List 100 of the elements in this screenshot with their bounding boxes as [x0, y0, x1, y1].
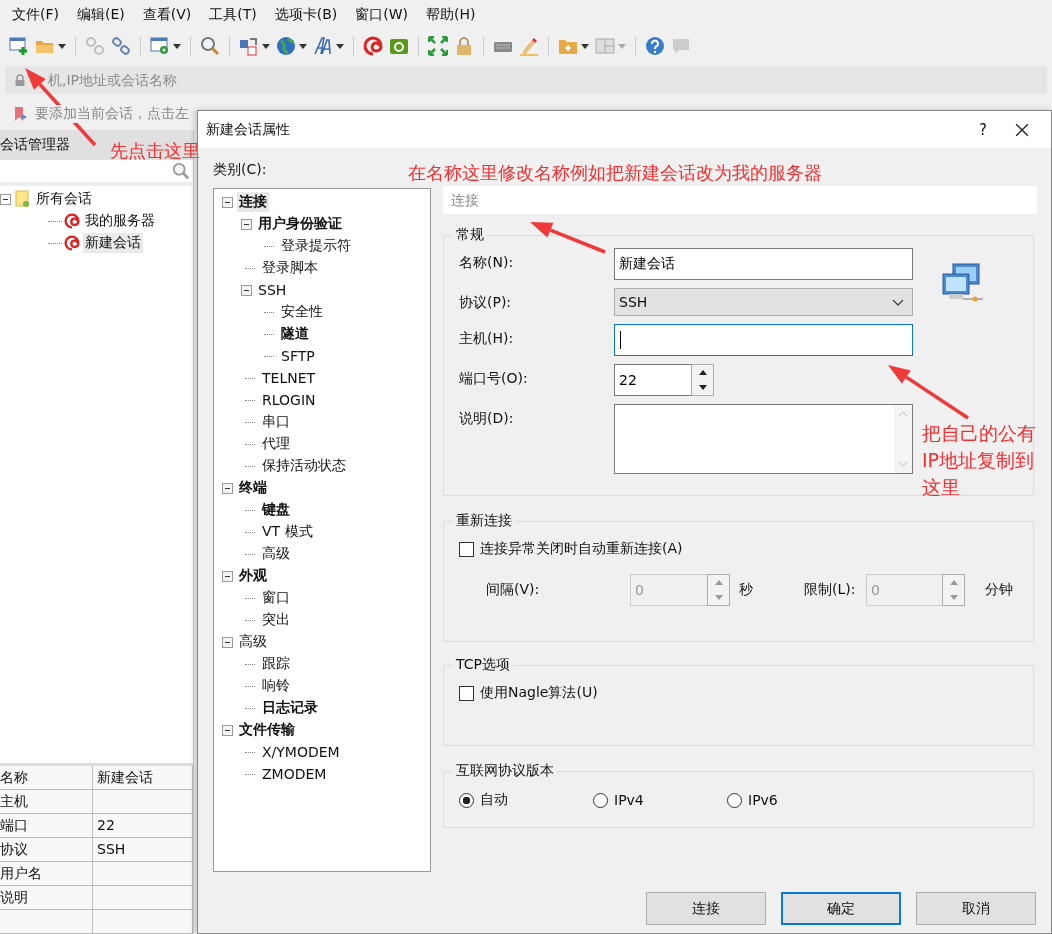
radio-button[interactable]	[459, 792, 474, 808]
shapes-icon[interactable]	[239, 36, 259, 56]
category-item[interactable]: 登录提示符	[279, 236, 353, 256]
property-value: 新建会话	[93, 766, 193, 789]
address-field[interactable]: 机,IP地址或会话名称	[5, 66, 1047, 94]
unit-label: 分钟	[985, 581, 1013, 599]
category-item[interactable]: TELNET	[260, 369, 318, 387]
search-icon[interactable]	[172, 162, 190, 180]
new-window-plus-icon[interactable]	[9, 36, 29, 56]
input-field[interactable]: 新建会话	[614, 248, 913, 280]
category-item[interactable]: 跟踪	[260, 654, 292, 674]
field-label: 主机(H):	[459, 329, 515, 348]
category-item[interactable]: 隧道	[279, 324, 311, 344]
close-icon[interactable]	[1015, 122, 1029, 137]
swirl-icon	[64, 212, 80, 230]
category-item[interactable]: 窗口	[260, 588, 292, 608]
collapse-icon[interactable]	[222, 196, 233, 208]
dropdown[interactable]: SSH	[614, 288, 913, 316]
collapse-icon[interactable]	[241, 284, 252, 296]
radio-label: IPv4	[614, 792, 644, 808]
bookmark-icon	[13, 106, 29, 122]
menu-item[interactable]: 文件(F)	[3, 6, 68, 24]
collapse-icon[interactable]	[222, 482, 233, 494]
lock-icon[interactable]	[454, 36, 474, 56]
category-item[interactable]: X/YMODEM	[260, 743, 342, 761]
radio-button[interactable]	[593, 792, 608, 808]
menu-item[interactable]: 查看(V)	[133, 6, 201, 24]
caret-icon[interactable]	[58, 43, 66, 49]
category-item[interactable]: VT 模式	[260, 522, 315, 542]
collapse-icon[interactable]	[222, 636, 233, 648]
category-item[interactable]: 连接	[237, 192, 269, 212]
caret-icon[interactable]	[299, 43, 307, 49]
category-item[interactable]: SSH	[256, 281, 289, 299]
category-item[interactable]: 用户身份验证	[256, 214, 344, 234]
category-item[interactable]: RLOGIN	[260, 391, 318, 409]
unit-label: 秒	[739, 581, 754, 599]
radio-button[interactable]	[727, 792, 742, 808]
dialog-button[interactable]: 确定	[781, 892, 901, 925]
input-field[interactable]	[614, 324, 913, 356]
collapse-icon[interactable]	[222, 570, 233, 582]
category-item[interactable]: 代理	[260, 434, 292, 454]
dialog-button[interactable]: 取消	[916, 892, 1036, 925]
link-icon[interactable]	[111, 36, 131, 56]
field-label: 限制(L):	[804, 581, 857, 599]
help-button[interactable]: ?	[963, 120, 1003, 139]
category-item[interactable]: 安全性	[279, 302, 325, 322]
category-item[interactable]: 高级	[237, 632, 269, 652]
menu-item[interactable]: 选项卡(B)	[265, 6, 347, 24]
category-item[interactable]: 突出	[260, 610, 292, 630]
globe-icon[interactable]	[276, 36, 296, 56]
folder-icon	[15, 190, 31, 208]
search-icon[interactable]	[200, 36, 220, 56]
dialog-button[interactable]: 连接	[646, 892, 766, 925]
category-item[interactable]: SFTP	[279, 347, 317, 365]
font-icon[interactable]	[313, 36, 333, 56]
caret-icon[interactable]	[336, 43, 344, 49]
group-title: TCP选项	[455, 656, 511, 674]
help-icon[interactable]	[645, 36, 665, 56]
radio-label: 自动	[480, 791, 508, 809]
checkbox[interactable]	[459, 685, 474, 701]
swirl-icon[interactable]	[363, 36, 383, 56]
spin-button[interactable]	[691, 364, 714, 396]
category-item[interactable]: 高级	[260, 544, 292, 564]
category-item[interactable]: ZMODEM	[260, 765, 329, 783]
panel-title: 会话管理器	[0, 136, 70, 154]
category-item[interactable]: 终端	[237, 478, 269, 498]
menu-item[interactable]: 编辑(E)	[68, 6, 134, 24]
property-name: 协议	[0, 838, 93, 861]
caret-icon[interactable]	[262, 43, 270, 49]
tree-item[interactable]: 我的服务器	[83, 211, 157, 231]
collapse-icon[interactable]	[222, 724, 233, 736]
menu-item[interactable]: 工具(T)	[200, 6, 266, 24]
down-arrow-icon[interactable]	[698, 385, 707, 390]
caret-icon[interactable]	[173, 43, 181, 49]
category-item[interactable]: 键盘	[260, 500, 292, 520]
category-item[interactable]: 串口	[260, 412, 292, 432]
up-arrow-icon[interactable]	[698, 370, 707, 375]
pen-icon[interactable]	[519, 36, 539, 56]
menu-item[interactable]: 帮助(H)	[417, 6, 485, 24]
field-label: 说明(D):	[459, 409, 515, 428]
checkbox[interactable]	[459, 541, 474, 557]
folder-icon[interactable]	[389, 36, 409, 56]
category-item[interactable]: 文件传输	[237, 720, 297, 740]
category-item[interactable]: 保持活动状态	[260, 456, 348, 476]
category-item[interactable]: 响铃	[260, 676, 292, 696]
tree-item[interactable]: 新建会话	[83, 233, 143, 253]
category-item[interactable]: 日志记录	[260, 698, 320, 718]
window-gear-icon[interactable]	[150, 36, 170, 56]
chevron-down-icon[interactable]	[892, 298, 904, 306]
port-field[interactable]: 22	[614, 364, 691, 396]
category-item[interactable]: 外观	[237, 566, 269, 586]
collapse-icon[interactable]	[0, 193, 11, 205]
expand-arrows-icon[interactable]	[428, 36, 448, 56]
property-value: SSH	[93, 838, 193, 861]
menu-item[interactable]: 窗口(W)	[346, 6, 418, 24]
category-item[interactable]: 登录脚本	[260, 258, 320, 278]
checkbox-label: 连接异常关闭时自动重新连接(A)	[480, 540, 683, 558]
tree-item[interactable]: 所有会话	[34, 189, 94, 209]
caret-icon[interactable]	[581, 43, 589, 49]
collapse-icon[interactable]	[241, 218, 252, 230]
